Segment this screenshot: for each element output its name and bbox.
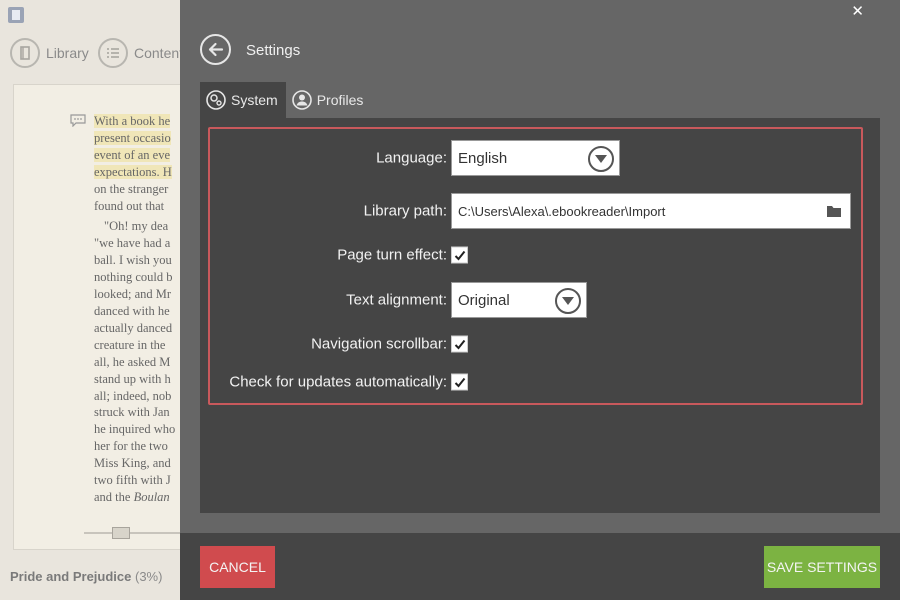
comment-icon[interactable] (70, 114, 86, 127)
library-path-row: Library path: C:\Users\Alexa\.ebookreade… (210, 193, 861, 229)
language-label: Language: (376, 149, 447, 167)
page-slider-track[interactable] (84, 532, 194, 534)
save-settings-button[interactable]: SAVE SETTINGS (764, 546, 880, 588)
cancel-button[interactable]: CANCEL (200, 546, 275, 588)
text-alignment-row: Text alignment: Original (210, 282, 861, 318)
tab-system[interactable]: System (200, 82, 286, 118)
app-icon (8, 7, 24, 23)
book-status: Pride and Prejudice (3%) (10, 569, 162, 584)
language-value: English (458, 149, 508, 167)
check-icon (454, 377, 465, 387)
arrow-left-icon (208, 42, 224, 57)
tab-system-label: System (231, 92, 278, 108)
tab-profiles-label: Profiles (316, 92, 364, 108)
list-icon (98, 38, 128, 68)
page-slider-thumb[interactable] (112, 527, 130, 539)
settings-footer: CANCEL SAVE SETTINGS (180, 533, 900, 600)
library-path-input[interactable]: C:\Users\Alexa\.ebookreader\Import (451, 193, 851, 229)
page-title: Settings (246, 42, 301, 59)
library-path-value: C:\Users\Alexa\.ebookreader\Import (458, 203, 666, 219)
check-icon (454, 339, 465, 349)
library-path-label: Library path: (363, 202, 447, 220)
tab-profiles[interactable]: Profiles (286, 82, 372, 118)
user-icon (291, 90, 312, 110)
auto-updates-checkbox[interactable] (451, 373, 468, 391)
library-button[interactable]: Library (10, 38, 89, 68)
auto-updates-label: Check for updates automatically: (229, 373, 447, 391)
back-button[interactable] (200, 34, 231, 65)
auto-updates-row: Check for updates automatically: (210, 364, 861, 400)
language-select[interactable]: English (451, 140, 620, 176)
settings-content: Language: English Library path: C:\Users… (200, 118, 880, 513)
contents-button[interactable]: Contents (98, 38, 190, 68)
book-progress: (3%) (135, 569, 163, 584)
page-turn-row: Page turn effect: (210, 237, 861, 273)
close-icon[interactable]: ✕ (851, 2, 864, 20)
gears-icon (206, 90, 226, 110)
text-alignment-value: Original (458, 291, 510, 309)
nav-scrollbar-label: Navigation scrollbar: (311, 335, 447, 353)
settings-tabs: System Profiles (200, 82, 371, 118)
folder-icon[interactable] (827, 205, 841, 217)
library-icon (10, 38, 40, 68)
page-turn-checkbox[interactable] (451, 246, 468, 264)
check-icon (454, 250, 465, 260)
settings-panel: ✕ Settings System Profiles Language: Eng… (180, 0, 900, 600)
nav-scrollbar-checkbox[interactable] (451, 335, 468, 353)
chevron-down-icon (588, 146, 614, 172)
nav-scrollbar-row: Navigation scrollbar: (210, 326, 861, 362)
library-label: Library (46, 45, 89, 61)
language-row: Language: English (210, 140, 861, 176)
book-title: Pride and Prejudice (10, 569, 132, 584)
page-turn-label: Page turn effect: (337, 246, 447, 264)
text-alignment-label: Text alignment: (346, 291, 447, 309)
text-alignment-select[interactable]: Original (451, 282, 587, 318)
chevron-down-icon (555, 288, 581, 314)
system-settings-form: Language: English Library path: C:\Users… (208, 127, 863, 405)
